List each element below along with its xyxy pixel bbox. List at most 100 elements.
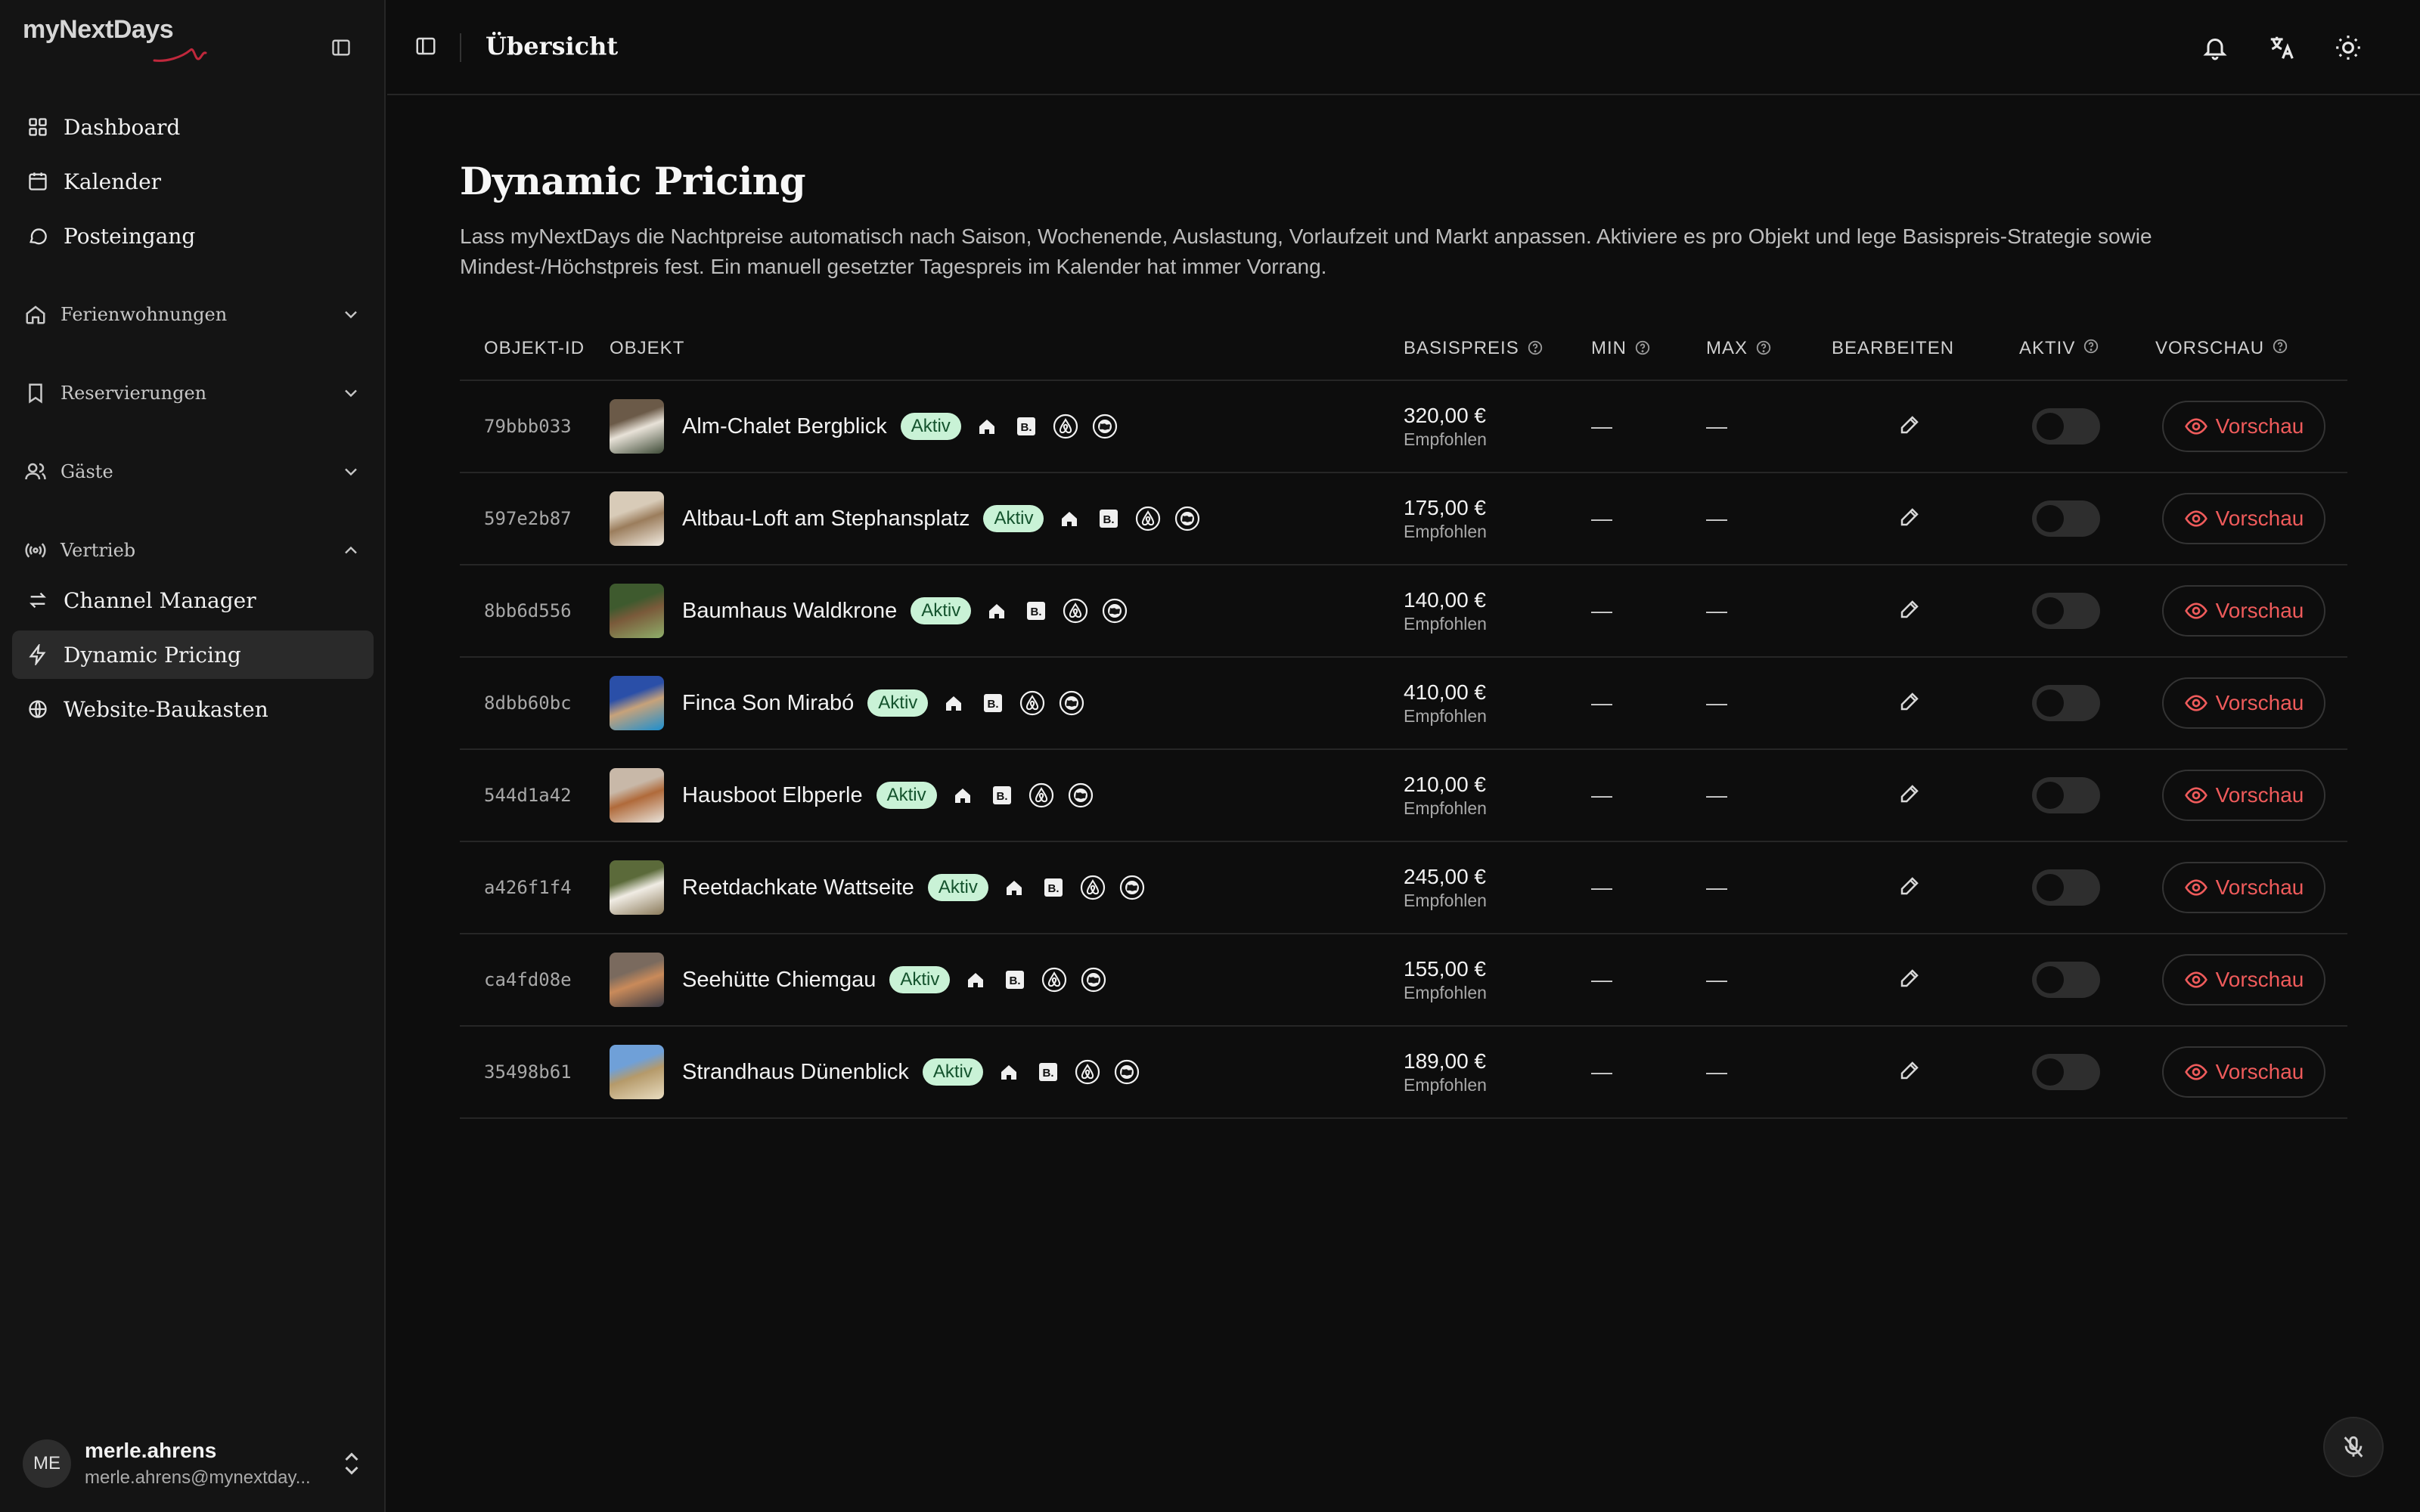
col-header-label: OBJEKT	[610, 338, 685, 358]
object-id[interactable]: 79bbb033	[484, 416, 572, 437]
home-channel-icon	[946, 696, 962, 711]
dynamic-pricing-toggle[interactable]	[2032, 685, 2100, 721]
help-circle-icon[interactable]	[1527, 339, 1544, 356]
base-price-note: Empfohlen	[1404, 613, 1487, 634]
main-content: Dynamic Pricing Lass myNextDays die Nach…	[460, 159, 2347, 282]
app-logo[interactable]: myNextDays	[23, 15, 207, 68]
cell-object-id: 8dbb60bc	[460, 692, 610, 714]
sidebar-item-dynamic-pricing[interactable]: Dynamic Pricing	[12, 631, 374, 679]
cell-object: Hausboot Elbperle Aktiv B.	[610, 768, 1404, 823]
sidebar-item-posteingang[interactable]: Posteingang	[12, 212, 374, 260]
airbnb-channel-icon	[1053, 414, 1078, 439]
sidebar-group-ferienwohnungen[interactable]: Ferienwohnungen	[12, 290, 374, 339]
cell-active	[1992, 869, 2140, 906]
channel-booking: B.	[1013, 413, 1040, 440]
edit-button[interactable]	[1898, 690, 1921, 717]
sidebar-item-website-baukasten[interactable]: Website-Baukasten	[12, 685, 374, 733]
cell-preview: Vorschau	[2140, 770, 2347, 821]
home-channel-icon	[979, 420, 994, 434]
channel-website	[1058, 689, 1085, 717]
user-menu[interactable]: ME merle.ahrens merle.ahrens@mynextday..…	[23, 1436, 363, 1491]
chevron-down-icon	[345, 389, 357, 398]
toggle-knob	[2037, 413, 2064, 440]
help-circle-icon[interactable]	[2272, 338, 2288, 355]
channel-airbnb	[1074, 1058, 1101, 1086]
min-value: —	[1591, 599, 1612, 622]
sidebar-item-channel-manager[interactable]: Channel Manager	[12, 576, 374, 624]
bell-icon	[2203, 39, 2227, 60]
sidebar-group-vertrieb[interactable]: Vertrieb	[12, 526, 374, 575]
sidebar-collapse-button[interactable]	[328, 35, 354, 60]
col-header-edit: BEARBEITEN	[1827, 338, 1992, 359]
preview-button[interactable]: Vorschau	[2162, 677, 2325, 729]
object-name[interactable]: Hausboot Elbperle	[682, 783, 863, 808]
object-name[interactable]: Baumhaus Waldkrone	[682, 599, 897, 624]
cell-object: Reetdachkate Wattseite Aktiv B.	[610, 860, 1404, 915]
eye-icon	[2184, 1064, 2207, 1080]
object-id[interactable]: 544d1a42	[484, 785, 572, 806]
object-name[interactable]: Alm-Chalet Bergblick	[682, 414, 887, 439]
page-breadcrumb-title: Übersicht	[486, 32, 619, 60]
cell-edit	[1827, 414, 1992, 440]
cell-object-id: 35498b61	[460, 1061, 610, 1083]
object-id[interactable]: 597e2b87	[484, 508, 572, 529]
dynamic-pricing-toggle[interactable]	[2032, 869, 2100, 906]
edit-button[interactable]	[1898, 414, 1921, 440]
object-name[interactable]: Strandhaus Dünenblick	[682, 1060, 909, 1085]
dynamic-pricing-toggle[interactable]	[2032, 593, 2100, 629]
col-header-label: VORSCHAU	[2155, 338, 2265, 358]
help-circle-icon[interactable]	[2083, 338, 2099, 355]
dynamic-pricing-toggle[interactable]	[2032, 962, 2100, 998]
dynamic-pricing-toggle[interactable]	[2032, 1054, 2100, 1090]
help-circle-icon[interactable]	[1634, 339, 1651, 356]
dynamic-pricing-toggle[interactable]	[2032, 408, 2100, 445]
object-thumbnail	[610, 768, 664, 823]
chevrons-up-down-icon	[345, 1452, 358, 1475]
object-id[interactable]: 8dbb60bc	[484, 692, 572, 714]
object-id[interactable]: 8bb6d556	[484, 600, 572, 621]
preview-button[interactable]: Vorschau	[2162, 493, 2325, 544]
object-name[interactable]: Altbau-Loft am Stephansplatz	[682, 507, 970, 531]
language-button[interactable]	[2264, 30, 2299, 65]
sidebar-item-kalender[interactable]: Kalender	[12, 157, 374, 206]
object-id[interactable]: 35498b61	[484, 1061, 572, 1083]
notifications-button[interactable]	[2198, 30, 2232, 65]
object-name[interactable]: Seehütte Chiemgau	[682, 968, 876, 993]
object-id[interactable]: a426f1f4	[484, 877, 572, 898]
sidebar-group-gaeste[interactable]: Gäste	[12, 448, 374, 496]
cell-active	[1992, 408, 2140, 445]
pencil-icon	[1900, 692, 1919, 710]
edit-button[interactable]	[1898, 1059, 1921, 1086]
help-circle-icon[interactable]	[1755, 339, 1772, 356]
object-name[interactable]: Finca Son Mirabó	[682, 691, 854, 716]
edit-button[interactable]	[1898, 598, 1921, 624]
status-badge: Aktiv	[927, 874, 988, 901]
max-value: —	[1706, 968, 1727, 991]
voice-assistant-button[interactable]	[2323, 1417, 2384, 1477]
preview-button[interactable]: Vorschau	[2162, 401, 2325, 452]
preview-button[interactable]: Vorschau	[2162, 954, 2325, 1005]
dynamic-pricing-toggle[interactable]	[2032, 777, 2100, 813]
preview-button[interactable]: Vorschau	[2162, 770, 2325, 821]
edit-button[interactable]	[1898, 506, 1921, 532]
sidebar-item-dashboard[interactable]: Dashboard	[12, 103, 374, 151]
channel-home	[1001, 874, 1028, 901]
cell-object: Alm-Chalet Bergblick Aktiv B.	[610, 399, 1404, 454]
cell-min: —	[1591, 414, 1706, 438]
dynamic-pricing-toggle[interactable]	[2032, 500, 2100, 537]
object-id[interactable]: ca4fd08e	[484, 969, 572, 990]
col-header-active: AKTIV	[1992, 338, 2140, 359]
edit-button[interactable]	[1898, 875, 1921, 901]
cell-max: —	[1706, 875, 1827, 900]
sidebar-toggle-button[interactable]	[414, 35, 440, 60]
preview-button[interactable]: Vorschau	[2162, 862, 2325, 913]
edit-button[interactable]	[1898, 782, 1921, 809]
object-name[interactable]: Reetdachkate Wattseite	[682, 875, 914, 900]
cell-object-id: 79bbb033	[460, 416, 610, 437]
pencil-icon	[1900, 1061, 1919, 1079]
preview-button[interactable]: Vorschau	[2162, 1046, 2325, 1098]
preview-button[interactable]: Vorschau	[2162, 585, 2325, 637]
edit-button[interactable]	[1898, 967, 1921, 993]
theme-toggle-button[interactable]	[2331, 30, 2366, 65]
sidebar-group-reservierungen[interactable]: Reservierungen	[12, 369, 374, 417]
